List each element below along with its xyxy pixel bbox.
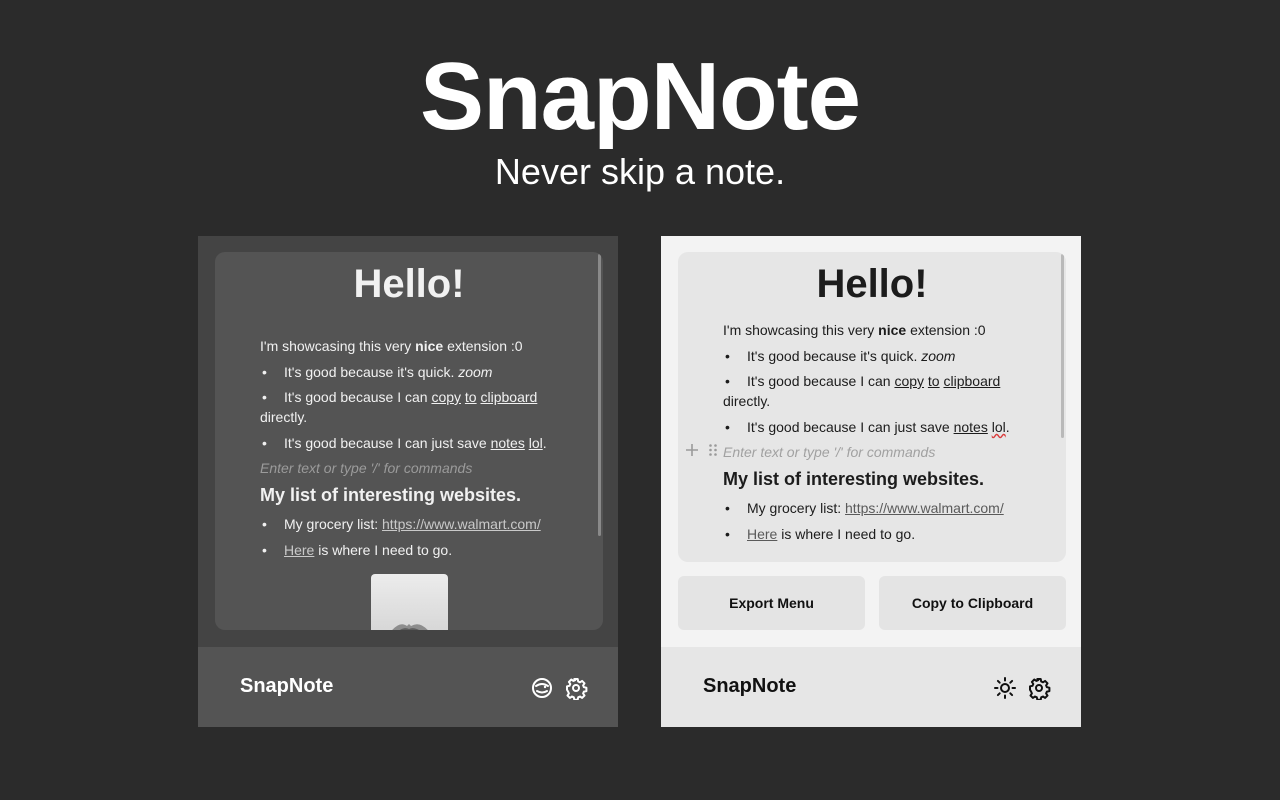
bullet: • bbox=[725, 526, 730, 542]
walmart-link[interactable]: https://www.walmart.com/ bbox=[845, 500, 1004, 516]
moon-face-icon[interactable] bbox=[530, 676, 554, 700]
list-item-text: It's good because I can just save bbox=[284, 435, 491, 451]
export-menu-button[interactable]: Export Menu bbox=[678, 576, 865, 630]
list-item: • It's good because it's quick. zoom bbox=[260, 362, 580, 382]
intro-text: I'm showcasing this very bbox=[260, 338, 416, 354]
intro-paragraph: I'm showcasing this very nice extension … bbox=[260, 336, 580, 356]
underlined-word: clipboard bbox=[943, 373, 1001, 389]
list-item: • My grocery list: https://www.walmart.c… bbox=[260, 514, 580, 534]
intro-text-end: extension :0 bbox=[443, 338, 523, 354]
popup-footer: SnapNote bbox=[198, 647, 618, 727]
hero-title: SnapNote bbox=[419, 43, 861, 150]
list-item-text: It's good because I can bbox=[747, 373, 895, 389]
list-item: • It's good because I can just save note… bbox=[260, 433, 580, 453]
sun-icon[interactable] bbox=[993, 676, 1017, 700]
list-item-text: It's good because I can bbox=[284, 389, 432, 405]
list-item-italic: zoom bbox=[458, 364, 493, 380]
note-title: Hello! bbox=[816, 262, 928, 306]
plus-icon[interactable] bbox=[685, 441, 699, 461]
footer-title: SnapNote bbox=[703, 675, 797, 697]
footer-title: SnapNote bbox=[240, 675, 334, 697]
list-item-continuation: directly. bbox=[723, 393, 771, 409]
underlined-word: copy bbox=[431, 389, 462, 405]
list-item-text: It's good because I can just save bbox=[747, 419, 954, 435]
list-item-text-end: . bbox=[542, 435, 547, 451]
bullet: • bbox=[725, 500, 730, 516]
list-item-text: It's good because it's quick. bbox=[284, 364, 459, 380]
underlined-word: to bbox=[927, 373, 940, 389]
note-editor[interactable]: Hello! I'm showcasing this very nice ext… bbox=[678, 252, 1066, 562]
bullet: • bbox=[262, 542, 267, 558]
list-item: • Here is where I need to go. bbox=[260, 540, 580, 560]
light-mode-popup: Hello! I'm showcasing this very nice ext… bbox=[661, 236, 1081, 727]
list-item: • It's good because I can just save note… bbox=[723, 417, 1043, 437]
list-item-continuation: directly. bbox=[260, 409, 308, 425]
underlined-word: notes bbox=[490, 435, 525, 451]
note-heading: My list of interesting websites. bbox=[260, 485, 522, 505]
list-item-italic: zoom bbox=[921, 348, 956, 364]
underlined-word: lol bbox=[528, 435, 543, 451]
gear-icon[interactable] bbox=[1027, 676, 1051, 701]
list-item: • It's good because it's quick. zoom bbox=[723, 346, 1043, 366]
note-heading: My list of interesting websites. bbox=[723, 469, 985, 489]
editor-placeholder[interactable]: Enter text or type '/' for commands bbox=[723, 442, 1043, 462]
copy-to-clipboard-button[interactable]: Copy to Clipboard bbox=[879, 576, 1066, 630]
list-item-text: My grocery list: bbox=[747, 500, 846, 516]
underlined-word: clipboard bbox=[480, 389, 538, 405]
list-item-text: It's good because it's quick. bbox=[747, 348, 922, 364]
bullet: • bbox=[262, 364, 267, 380]
bullet: • bbox=[725, 348, 730, 364]
editor-placeholder[interactable]: Enter text or type '/' for commands bbox=[260, 458, 580, 478]
here-link[interactable]: Here bbox=[747, 526, 777, 542]
list-item: • It's good because I can copy to clipbo… bbox=[723, 371, 1043, 391]
bullet: • bbox=[262, 516, 267, 532]
list-item: • It's good because I can copy to clipbo… bbox=[260, 387, 580, 407]
dark-mode-popup: Hello! I'm showcasing this very nice ext… bbox=[198, 236, 618, 727]
list-item: • Here is where I need to go. bbox=[723, 524, 1043, 544]
underlined-word: notes bbox=[953, 419, 988, 435]
walmart-link[interactable]: https://www.walmart.com/ bbox=[382, 516, 541, 532]
drag-handle-icon[interactable] bbox=[708, 441, 718, 461]
hero-subtitle: Never skip a note. bbox=[494, 151, 786, 192]
list-item-text: is where I need to go. bbox=[314, 542, 453, 558]
note-editor[interactable]: Hello! I'm showcasing this very nice ext… bbox=[215, 252, 603, 630]
intro-paragraph: I'm showcasing this very nice extension … bbox=[723, 320, 1043, 340]
embedded-image[interactable] bbox=[371, 574, 448, 630]
underlined-word: copy bbox=[894, 373, 925, 389]
intro-text: I'm showcasing this very bbox=[723, 322, 879, 338]
bullet: • bbox=[262, 435, 267, 451]
bullet: • bbox=[262, 389, 267, 405]
list-item: • My grocery list: https://www.walmart.c… bbox=[723, 498, 1043, 518]
note-title: Hello! bbox=[353, 262, 465, 306]
here-link[interactable]: Here bbox=[284, 542, 314, 558]
list-item-text-end: . bbox=[1005, 419, 1010, 435]
popup-footer: SnapNote bbox=[661, 647, 1081, 727]
misspelled-word: lol bbox=[991, 419, 1006, 435]
list-item-text: is where I need to go. bbox=[777, 526, 916, 542]
intro-bold: nice bbox=[878, 322, 907, 338]
bullet: • bbox=[725, 419, 730, 435]
intro-bold: nice bbox=[415, 338, 444, 354]
intro-text-end: extension :0 bbox=[906, 322, 986, 338]
list-item-text: My grocery list: bbox=[284, 516, 383, 532]
underlined-word: to bbox=[464, 389, 477, 405]
bullet: • bbox=[725, 373, 730, 389]
gear-icon[interactable] bbox=[564, 676, 588, 701]
